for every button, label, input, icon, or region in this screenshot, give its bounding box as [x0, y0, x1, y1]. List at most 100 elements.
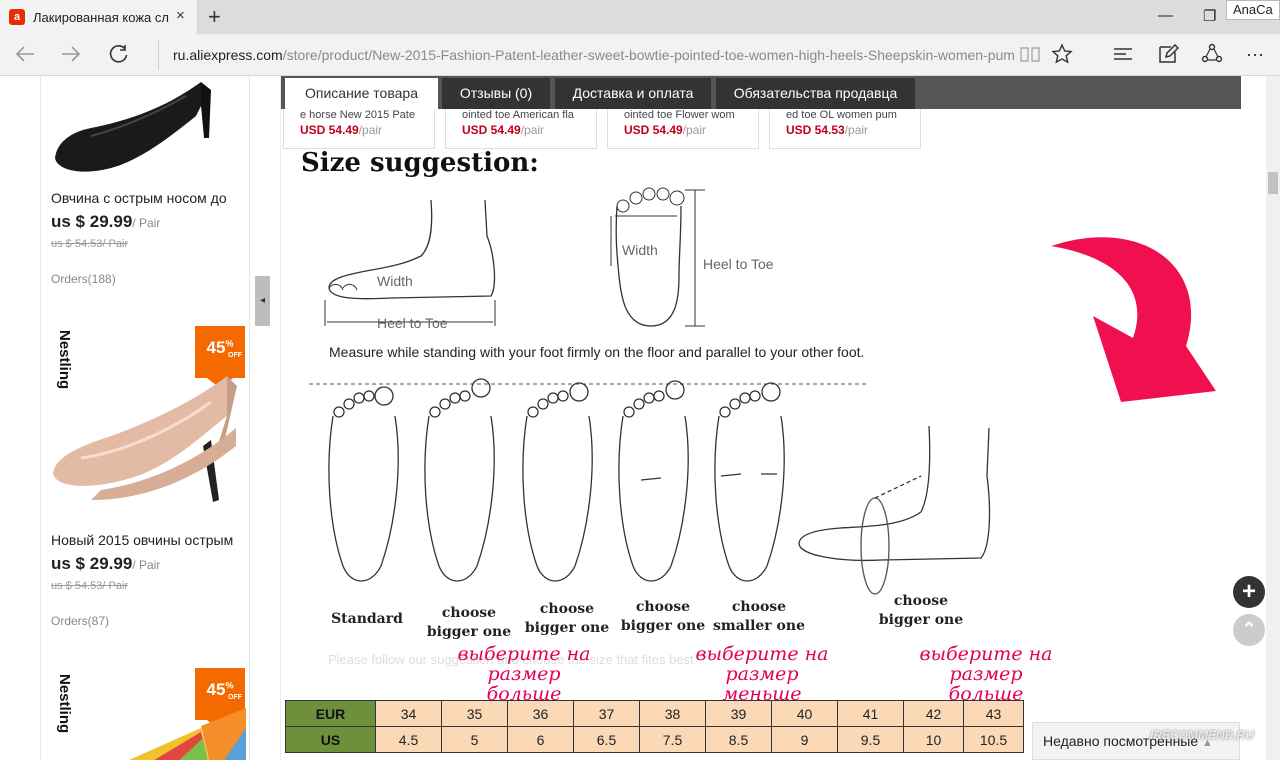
related-price-unit: /pair	[358, 123, 383, 137]
scrollbar-thumb[interactable]	[1268, 172, 1278, 194]
foot-label: choose smaller one	[713, 599, 805, 634]
tab-seller-guarantees[interactable]: Обязательства продавца	[716, 78, 915, 109]
related-title: e horse New 2015 Pate	[300, 109, 415, 121]
discount-value: 45	[206, 680, 226, 699]
product-price: us $ 29.99/ Pair	[51, 212, 160, 232]
related-product-card[interactable]: ointed toe Flower wom USD 54.49/pair	[607, 109, 759, 149]
related-price-unit: /pair	[682, 123, 707, 137]
restore-button[interactable]: ❐	[1203, 7, 1216, 25]
related-price-value: USD 54.49	[462, 123, 521, 137]
measure-note: Measure while standing with your foot fi…	[329, 344, 865, 360]
browser-window: a Лакированная кожа сл × + — ❐ AnaCa ru.…	[0, 0, 1280, 760]
back-arrow-icon[interactable]	[14, 43, 36, 71]
size-cell: 10.5	[963, 726, 1024, 753]
address-domain: ru.aliexpress.com	[173, 47, 283, 63]
product-price: us $ 29.99/ Pair	[51, 554, 160, 574]
product-title[interactable]: Овчина с острым носом до	[51, 190, 246, 206]
discount-off: OFF	[228, 352, 242, 359]
row-label: EUR	[285, 700, 376, 727]
size-cell: 35	[441, 700, 508, 727]
discount-value: 45	[206, 338, 226, 357]
browser-tab[interactable]: a Лакированная кожа сл ×	[0, 0, 198, 34]
related-title: ointed toe American fla	[462, 109, 574, 121]
reading-view-icon[interactable]	[1019, 43, 1041, 71]
row-label: US	[285, 726, 376, 753]
product-image[interactable]	[51, 76, 246, 184]
tab-bar: a Лакированная кожа сл × + — ❐ AnaCa	[0, 0, 1280, 34]
size-cell: 42	[903, 700, 964, 727]
foot-label: choose bigger one	[620, 599, 706, 634]
heel-to-toe-label: Heel to Toe	[377, 315, 448, 331]
recommended-sidebar: Овчина с острым носом до us $ 29.99/ Pai…	[40, 76, 250, 760]
tab-shipping-payment[interactable]: Доставка и оплата	[555, 78, 711, 109]
forward-arrow-icon[interactable]	[60, 43, 82, 71]
ru-advice-label: выберите на размер больше	[457, 643, 591, 705]
foot-label: choose bigger one	[878, 593, 964, 628]
foot-label: choose bigger one	[524, 601, 610, 636]
address-bar[interactable]: ru.aliexpress.com/store/product/New-2015…	[158, 40, 1014, 70]
scroll-top-button[interactable]: ⌃	[1233, 614, 1265, 646]
price-unit: / Pair	[132, 216, 161, 230]
sidebar-product[interactable]: Nestling 45% OFF	[51, 668, 246, 760]
size-table: EUR 34 35 36 37 38 39 40 41 42 43 US 4.5…	[285, 700, 1024, 753]
refresh-icon[interactable]	[108, 43, 130, 71]
address-path: /store/product/New-2015-Fashion-Patent-l…	[282, 47, 1014, 63]
product-image[interactable]	[51, 366, 246, 516]
size-guide-title: Size suggestion:	[301, 148, 539, 178]
size-cell: 9.5	[837, 726, 904, 753]
foot-label: Standard	[331, 611, 403, 627]
related-price-value: USD 54.49	[624, 123, 683, 137]
related-price: USD 54.53/pair	[786, 123, 920, 137]
tab-reviews[interactable]: Отзывы (0)	[442, 78, 550, 109]
size-cell: 4.5	[375, 726, 442, 753]
navigation-bar: ru.aliexpress.com/store/product/New-2015…	[0, 34, 1280, 76]
price-value: us $ 29.99	[51, 212, 133, 231]
watermark-logo: IRECOMMEND.RU	[1150, 728, 1254, 742]
minimize-button[interactable]: —	[1158, 7, 1173, 24]
user-profile[interactable]: AnaCa	[1226, 0, 1280, 20]
hub-menu-icon[interactable]	[1112, 43, 1134, 71]
add-plus-button[interactable]: +	[1233, 576, 1265, 608]
foot-label: choose bigger one	[426, 605, 512, 640]
web-note-icon[interactable]	[1157, 43, 1180, 71]
size-cell: 5	[441, 726, 508, 753]
discount-off: OFF	[228, 694, 242, 701]
product-title[interactable]: Новый 2015 овчины острым	[51, 532, 246, 548]
table-row: US 4.5 5 6 6.5 7.5 8.5 9 9.5 10 10.5	[285, 726, 1024, 753]
sidebar-product[interactable]: Nestling 45% OFF Новый 2015 овчины острым…	[51, 326, 246, 636]
size-cell: 39	[705, 700, 772, 727]
size-cell: 7.5	[639, 726, 706, 753]
page-scrollbar[interactable]	[1266, 76, 1280, 760]
related-product-card[interactable]: e horse New 2015 Pate USD 54.49/pair	[283, 109, 435, 149]
size-cell: 38	[639, 700, 706, 727]
related-price-value: USD 54.53	[786, 123, 845, 137]
price-value: us $ 29.99	[51, 554, 133, 573]
more-actions-icon[interactable]: ⋯	[1246, 45, 1264, 66]
size-cell: 36	[507, 700, 574, 727]
related-price-unit: /pair	[844, 123, 869, 137]
sidebar-collapse-button[interactable]: ◂	[255, 276, 270, 326]
related-product-card[interactable]: ed toe OL women pum USD 54.53/pair	[769, 109, 921, 149]
size-cell: 43	[963, 700, 1024, 727]
size-cell: 40	[771, 700, 838, 727]
size-cell: 37	[573, 700, 640, 727]
favorite-star-icon[interactable]	[1051, 43, 1073, 71]
related-price: USD 54.49/pair	[624, 123, 758, 137]
page-viewport: Овчина с острым носом до us $ 29.99/ Pai…	[0, 76, 1280, 760]
share-icon[interactable]	[1201, 43, 1223, 71]
product-image[interactable]	[51, 708, 246, 760]
heel-to-toe-label: Heel to Toe	[703, 256, 774, 272]
product-description: Описание товара Отзывы (0) Доставка и оп…	[280, 76, 1241, 760]
size-cell: 8.5	[705, 726, 772, 753]
tab-description[interactable]: Описание товара	[285, 78, 438, 109]
sidebar-product[interactable]: Овчина с острым носом до us $ 29.99/ Pai…	[51, 76, 246, 296]
related-product-card[interactable]: ointed toe American fla USD 54.49/pair	[445, 109, 597, 149]
tab-close-icon[interactable]: ×	[176, 7, 185, 24]
product-old-price: us $ 54.53/ Pair	[51, 580, 129, 592]
ru-advice-label: выберите на размер меньше	[695, 643, 829, 705]
table-row: EUR 34 35 36 37 38 39 40 41 42 43	[285, 700, 1024, 727]
product-tabs: Описание товара Отзывы (0) Доставка и оп…	[281, 76, 1241, 109]
related-title: ointed toe Flower wom	[624, 109, 735, 121]
related-price: USD 54.49/pair	[462, 123, 596, 137]
new-tab-button[interactable]: +	[208, 4, 221, 30]
